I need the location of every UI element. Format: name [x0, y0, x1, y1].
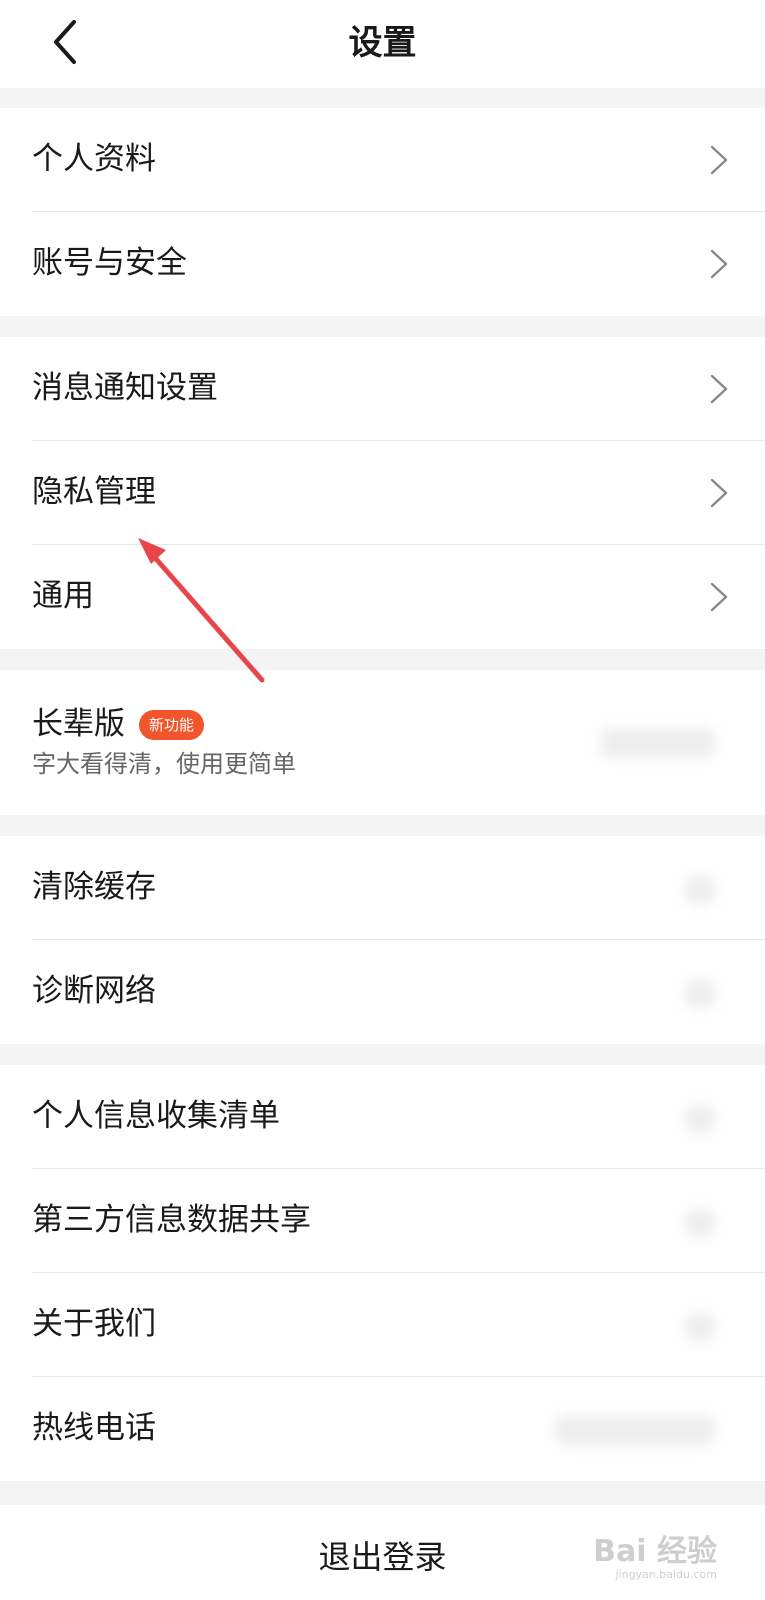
settings-group-info: 个人信息收集清单 第三方信息数据共享 关于我们 热线电话	[0, 1065, 765, 1481]
blurred-toggle[interactable]	[600, 728, 715, 758]
watermark-text: Bai 经验	[593, 1534, 717, 1569]
new-feature-badge: 新功能	[139, 710, 205, 740]
settings-item-label: 通用	[32, 578, 94, 614]
chevron-right-icon	[710, 374, 728, 404]
settings-item-label: 个人信息收集清单	[32, 1098, 280, 1134]
watermark: Bai 经验 jingyan.baidu.com	[593, 1536, 717, 1582]
chevron-right-icon	[710, 478, 728, 508]
elder-mode-subtitle: 字大看得清，使用更简单	[32, 750, 296, 778]
settings-item-notifications[interactable]: 消息通知设置	[0, 337, 765, 441]
settings-item-about-us[interactable]: 关于我们	[0, 1273, 765, 1377]
settings-item-clear-cache[interactable]: 清除缓存	[0, 836, 765, 940]
blurred-value	[685, 1105, 715, 1133]
settings-group-notifications: 消息通知设置 隐私管理 通用	[0, 337, 765, 649]
blurred-value	[685, 1209, 715, 1237]
settings-item-general[interactable]: 通用	[0, 545, 765, 649]
elder-mode-title: 长辈版	[32, 706, 125, 742]
settings-item-privacy[interactable]: 隐私管理	[0, 441, 765, 545]
settings-item-label: 消息通知设置	[32, 370, 218, 406]
chevron-right-icon	[710, 145, 728, 175]
settings-item-third-party-sharing[interactable]: 第三方信息数据共享	[0, 1169, 765, 1273]
settings-item-elder-mode[interactable]: 长辈版 新功能 字大看得清，使用更简单	[0, 670, 765, 815]
settings-item-label: 隐私管理	[32, 474, 156, 510]
settings-item-label: 账号与安全	[32, 245, 187, 281]
settings-item-label: 第三方信息数据共享	[32, 1202, 311, 1238]
chevron-right-icon	[710, 249, 728, 279]
settings-item-profile[interactable]: 个人资料	[0, 108, 765, 212]
settings-item-label: 热线电话	[32, 1410, 156, 1446]
settings-item-personal-info-list[interactable]: 个人信息收集清单	[0, 1065, 765, 1169]
settings-item-label: 关于我们	[32, 1306, 156, 1342]
settings-item-label: 个人资料	[32, 141, 156, 177]
settings-item-diagnose-network[interactable]: 诊断网络	[0, 940, 765, 1044]
settings-group-profile: 个人资料 账号与安全	[0, 108, 765, 316]
top-nav-bar: 设置	[0, 0, 765, 88]
blurred-phone-number	[555, 1415, 715, 1445]
watermark-url: jingyan.baidu.com	[615, 1568, 717, 1581]
blurred-value	[685, 980, 715, 1008]
settings-item-hotline[interactable]: 热线电话	[0, 1377, 765, 1481]
blurred-value	[685, 876, 715, 904]
settings-item-account-security[interactable]: 账号与安全	[0, 212, 765, 316]
settings-item-label: 诊断网络	[32, 973, 156, 1009]
blurred-value	[685, 1313, 715, 1341]
settings-item-label: 清除缓存	[32, 869, 156, 905]
page-title: 设置	[348, 23, 417, 63]
settings-group-tools: 清除缓存 诊断网络	[0, 836, 765, 1044]
chevron-right-icon	[710, 582, 728, 612]
